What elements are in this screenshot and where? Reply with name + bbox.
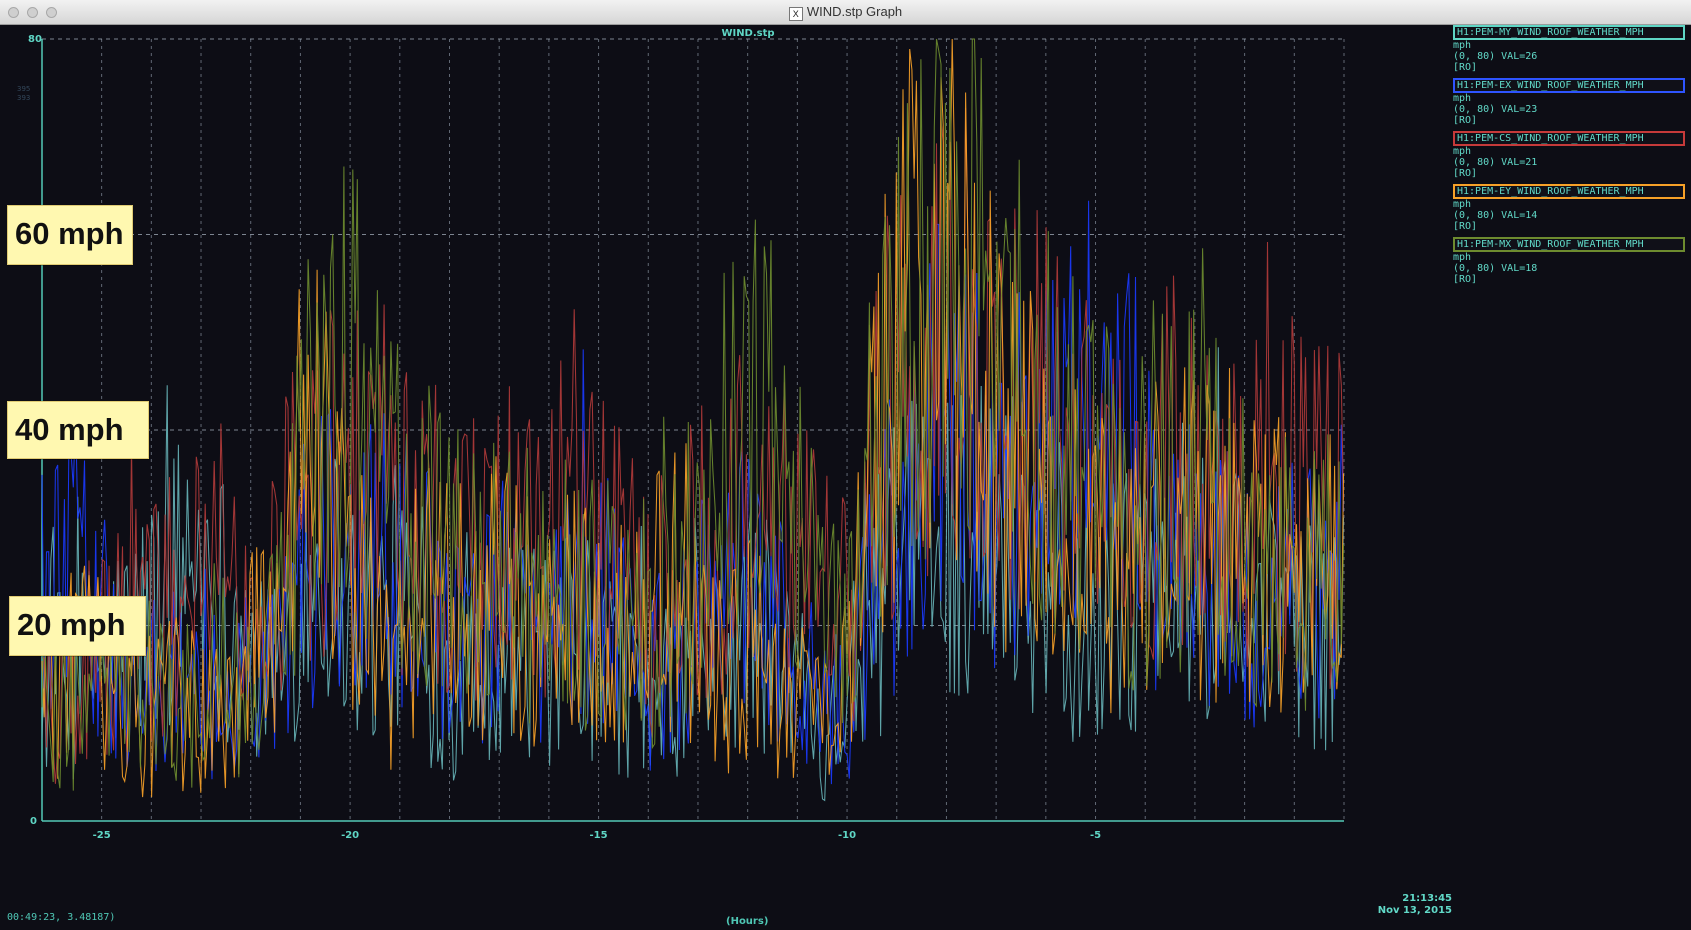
aux-value: 395 <box>17 85 30 93</box>
x-tick-label: -20 <box>341 830 359 841</box>
end-time-label: 21:13:45 Nov 13, 2015 <box>1366 893 1452 917</box>
legend-range-value: (0, 80) VAL=21 <box>1453 157 1538 168</box>
chart-background <box>0 25 1691 930</box>
x11-icon: X <box>788 7 803 21</box>
legend-series-name: H1:PEM-MX_WIND_ROOF_WEATHER_MPH <box>1453 237 1685 252</box>
legend-item: H1:PEM-CS_WIND_ROOF_WEATHER_MPH mph (0, 80… <box>1453 131 1685 179</box>
annotation-note: 20 mph <box>9 595 146 656</box>
legend-series-name: H1:PEM-EY_WIND_ROOF_WEATHER_MPH <box>1453 184 1685 199</box>
window-title: WIND.stp Graph <box>806 4 903 19</box>
legend-series-name: H1:PEM-CS_WIND_ROOF_WEATHER_MPH <box>1453 131 1685 146</box>
legend-unit: mph <box>1453 199 1472 210</box>
legend-mode: [RO] <box>1453 221 1478 232</box>
x-tick-label: -15 <box>590 830 608 841</box>
legend-item: H1:PEM-EX_WIND_ROOF_WEATHER_MPH mph (0, 80… <box>1453 78 1685 126</box>
x-tick-label: -5 <box>1090 830 1101 841</box>
aux-value: 393 <box>17 94 30 102</box>
x-tick-label: -10 <box>838 830 856 841</box>
window-titlebar[interactable]: X WIND.stp Graph <box>0 0 1691 25</box>
end-time-date: Nov 13, 2015 <box>1377 905 1452 916</box>
graph-window: X WIND.stp Graph 80 0 -25 -20 -15 -10 -5 WIND.st… <box>0 0 1691 930</box>
legend-mode: [RO] <box>1453 274 1478 285</box>
legend-mode: [RO] <box>1453 168 1478 179</box>
x-axis-label: (Hours) <box>726 916 769 927</box>
x-tick-label: -25 <box>93 830 111 841</box>
legend-unit: mph <box>1453 146 1472 157</box>
legend-range-value: (0, 80) VAL=18 <box>1453 263 1538 274</box>
legend-range-value: (0, 80) VAL=14 <box>1453 210 1538 221</box>
annotation-note: 40 mph <box>7 401 149 459</box>
legend-item: H1:PEM-MX_WIND_ROOF_WEATHER_MPH mph (0, 80… <box>1453 237 1685 285</box>
chart-legend: H1:PEM-MY_WIND_ROOF_WEATHER_MPH mph (0, 80… <box>1453 25 1685 290</box>
legend-item: H1:PEM-EY_WIND_ROOF_WEATHER_MPH mph (0, 80… <box>1453 184 1685 232</box>
legend-series-name: H1:PEM-MY_WIND_ROOF_WEATHER_MPH <box>1453 25 1685 40</box>
legend-mode: [RO] <box>1453 62 1478 73</box>
annotation-note: 60 mph <box>7 204 133 265</box>
cursor-readout: 00:49:23, 3.48187) <box>7 912 116 923</box>
legend-range-value: (0, 80) VAL=26 <box>1453 51 1538 62</box>
window-title-wrap: X WIND.stp Graph <box>0 4 1691 21</box>
end-time-clock: 21:13:45 <box>1402 893 1452 904</box>
y-tick-label: 80 <box>28 34 42 45</box>
chart-title: WIND.stp <box>721 28 774 39</box>
legend-item: H1:PEM-MY_WIND_ROOF_WEATHER_MPH mph (0, 80… <box>1453 25 1685 73</box>
legend-unit: mph <box>1453 252 1472 263</box>
wind-chart[interactable]: 80 0 -25 -20 -15 -10 -5 WIND.stp 395393 <box>0 25 1691 930</box>
legend-range-value: (0, 80) VAL=23 <box>1453 104 1538 115</box>
legend-series-name: H1:PEM-EX_WIND_ROOF_WEATHER_MPH <box>1453 78 1685 93</box>
legend-mode: [RO] <box>1453 115 1478 126</box>
y-tick-label: 0 <box>30 816 37 827</box>
legend-unit: mph <box>1453 93 1472 104</box>
legend-unit: mph <box>1453 40 1472 51</box>
